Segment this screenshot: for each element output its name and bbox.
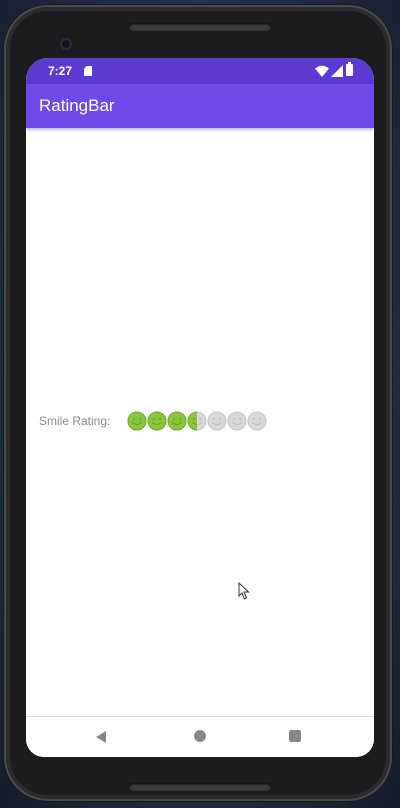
sd-card-icon (84, 66, 92, 76)
smile-rating-face-icon[interactable] (227, 411, 247, 431)
bottom-speaker (129, 783, 271, 791)
signal-icon (331, 65, 343, 77)
wifi-icon (315, 65, 329, 77)
smile-rating-face-icon[interactable] (247, 411, 267, 431)
app-bar: RatingBar (26, 84, 374, 128)
device-screen: 7:27 RatingBar Smile Rating: (26, 58, 374, 757)
app-title: RatingBar (39, 96, 115, 115)
smile-rating-face-icon[interactable] (127, 411, 147, 431)
battery-icon (346, 62, 353, 76)
back-icon[interactable] (94, 730, 108, 744)
status-bar: 7:27 (26, 58, 374, 84)
mouse-cursor-icon (238, 582, 250, 600)
navigation-bar (26, 716, 374, 757)
smile-rating-face-icon[interactable] (207, 411, 227, 431)
front-camera (60, 38, 72, 50)
status-time: 7:27 (48, 64, 73, 78)
earpiece-speaker (129, 23, 271, 31)
smile-rating-row: Smile Rating: (39, 409, 359, 433)
recents-icon[interactable] (289, 730, 301, 742)
smile-rating-face-icon[interactable] (147, 411, 167, 431)
smile-rating-label: Smile Rating: (39, 414, 111, 428)
home-icon[interactable] (194, 730, 206, 742)
smile-rating-face-icon[interactable] (187, 411, 207, 431)
smile-rating-face-icon[interactable] (167, 411, 187, 431)
